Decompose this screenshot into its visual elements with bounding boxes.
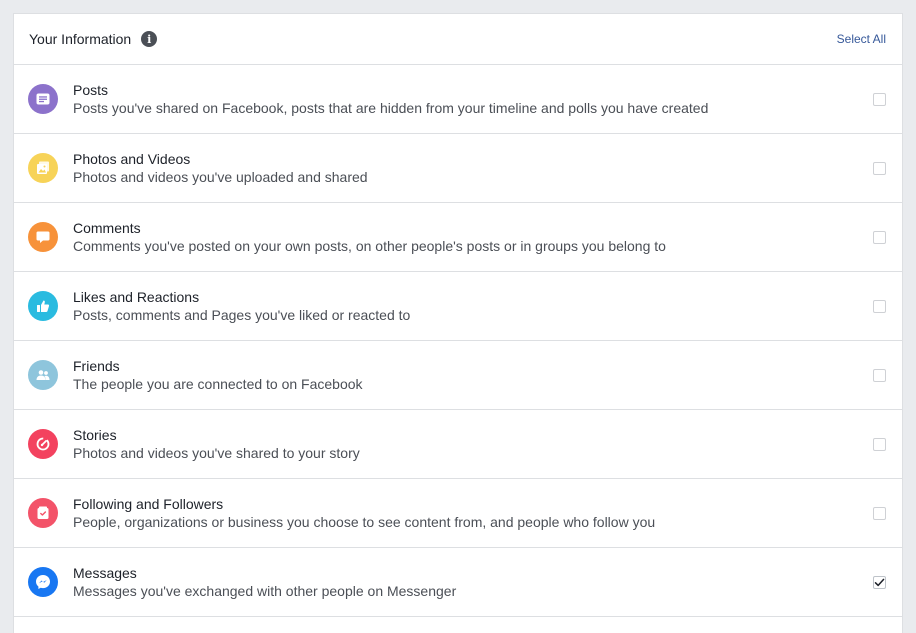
your-information-panel: Your Information i Select All Posts Posts… (13, 13, 903, 633)
category-row-likes-and-reactions[interactable]: Likes and Reactions Posts, comments and P… (14, 272, 902, 341)
row-description: Photos and videos you've uploaded and sh… (73, 169, 368, 185)
row-title: Likes and Reactions (73, 289, 200, 305)
following-icon (28, 498, 58, 528)
stories-icon (28, 429, 58, 459)
row-text: Friends The people you are connected to o… (73, 357, 873, 393)
row-checkbox[interactable] (873, 299, 886, 313)
row-text: Comments Comments you've posted on your o… (73, 219, 873, 255)
category-list: Posts Posts you've shared on Facebook, po… (14, 65, 902, 617)
row-title: Posts (73, 82, 109, 98)
select-all-link[interactable]: Select All (837, 32, 886, 46)
category-row-photos-and-videos[interactable]: Photos and Videos Photos and videos you'v… (14, 134, 902, 203)
row-description: People, organizations or business you ch… (73, 514, 656, 530)
row-text: Photos and Videos Photos and videos you'v… (73, 150, 873, 186)
category-row-following-and-followers[interactable]: Following and Followers People, organizat… (14, 479, 902, 548)
row-title: Messages (73, 565, 137, 581)
category-row-stories[interactable]: Stories Photos and videos you've shared t… (14, 410, 902, 479)
row-title: Comments (73, 220, 141, 236)
row-text: Messages Messages you've exchanged with o… (73, 564, 873, 600)
row-text: Posts Posts you've shared on Facebook, po… (73, 81, 873, 117)
row-checkbox[interactable] (873, 92, 886, 106)
row-title: Following and Followers (73, 496, 224, 512)
row-title: Friends (73, 358, 120, 374)
row-description: The people you are connected to on Faceb… (73, 376, 363, 392)
photos-icon (28, 153, 58, 183)
posts-icon (28, 84, 58, 114)
like-icon (28, 291, 58, 321)
friends-icon (28, 360, 58, 390)
row-checkbox[interactable] (873, 368, 886, 382)
messenger-icon (28, 567, 58, 597)
row-checkbox[interactable] (873, 506, 886, 520)
row-title: Stories (73, 427, 117, 443)
category-row-messages[interactable]: Messages Messages you've exchanged with o… (14, 548, 902, 617)
panel-header: Your Information i Select All (14, 14, 902, 65)
row-text: Following and Followers People, organizat… (73, 495, 873, 531)
row-checkbox[interactable] (873, 575, 886, 589)
comments-icon (28, 222, 58, 252)
row-description: Comments you've posted on your own posts… (73, 238, 666, 254)
row-checkbox[interactable] (873, 161, 886, 175)
row-description: Messages you've exchanged with other peo… (73, 583, 457, 599)
row-checkbox[interactable] (873, 230, 886, 244)
info-icon[interactable]: i (141, 31, 158, 47)
panel-title: Your Information (29, 31, 132, 47)
category-row-posts[interactable]: Posts Posts you've shared on Facebook, po… (14, 65, 902, 134)
row-description: Photos and videos you've shared to your … (73, 445, 360, 461)
row-title: Photos and Videos (73, 151, 191, 167)
category-row-comments[interactable]: Comments Comments you've posted on your o… (14, 203, 902, 272)
row-text: Likes and Reactions Posts, comments and P… (73, 288, 873, 324)
category-row-friends[interactable]: Friends The people you are connected to o… (14, 341, 902, 410)
row-checkbox[interactable] (873, 437, 886, 451)
row-description: Posts you've shared on Facebook, posts t… (73, 100, 709, 116)
row-text: Stories Photos and videos you've shared t… (73, 426, 873, 462)
row-description: Posts, comments and Pages you've liked o… (73, 307, 411, 323)
